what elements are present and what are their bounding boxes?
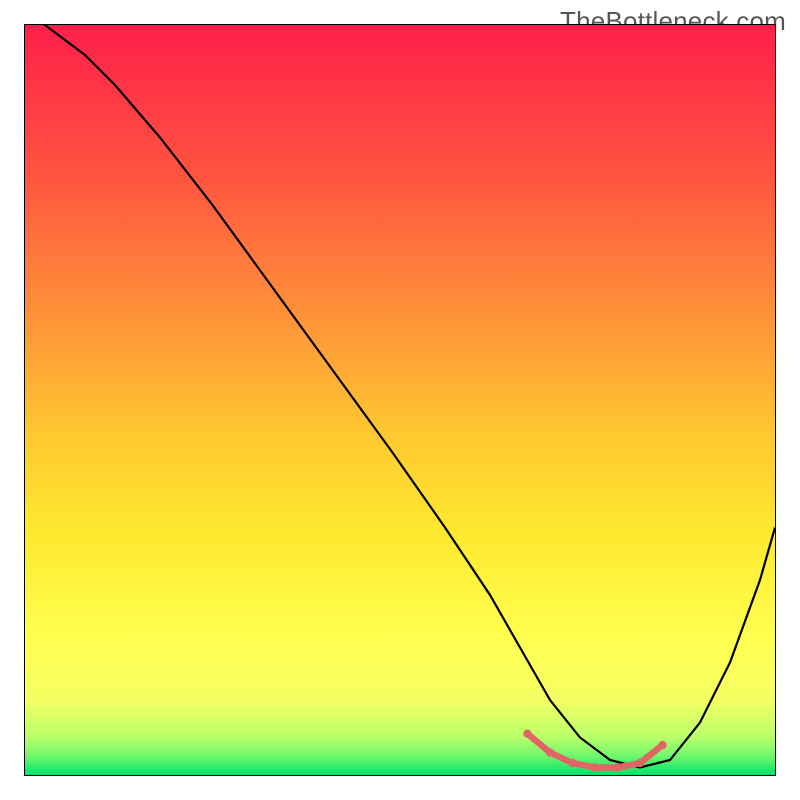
chart-container: TheBottleneck.com [0, 0, 800, 800]
marker-optimal-zone [568, 759, 576, 767]
marker-optimal-zone [546, 748, 554, 756]
marker-optimal-zone [591, 763, 599, 771]
marker-optimal-zone [523, 730, 531, 738]
chart-svg [25, 25, 775, 775]
marker-optimal-zone [636, 759, 644, 767]
plot-area [24, 24, 776, 776]
marker-optimal-zone [658, 741, 666, 749]
gradient-background [25, 25, 775, 775]
marker-optimal-zone [613, 763, 621, 771]
